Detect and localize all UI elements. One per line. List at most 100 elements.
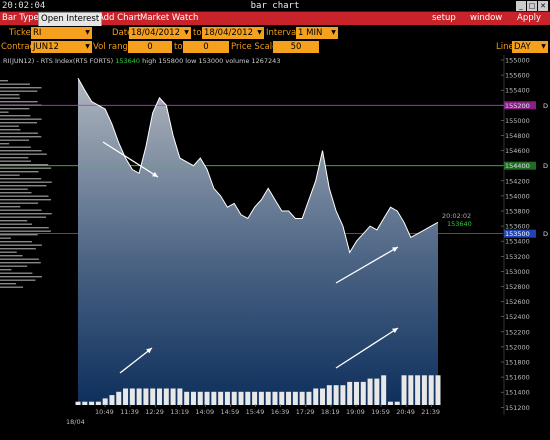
menu-open-interest[interactable]: Open Interest — [38, 12, 103, 27]
y-tick-label: 152800 — [505, 283, 530, 291]
volume-profile-bar — [0, 150, 42, 152]
volume-bar — [143, 388, 149, 405]
chevron-down-icon: ▼ — [85, 43, 90, 50]
volume-profile-bar — [0, 206, 21, 208]
volume-bar — [116, 391, 122, 405]
volume-bar — [238, 391, 244, 405]
chevron-down-icon: ▼ — [184, 29, 189, 36]
volume-bar — [292, 391, 298, 405]
volume-profile-bar — [0, 122, 38, 124]
volume-profile-bar — [0, 202, 39, 204]
volume-profile-bar — [0, 269, 12, 271]
x-tick-label: 19:09 — [346, 408, 365, 416]
x-tick-label: 14:09 — [195, 408, 214, 416]
price-scale-input[interactable]: 50 — [273, 41, 319, 53]
volume-profile-bar — [0, 174, 20, 176]
contract-select[interactable]: JUN12 ▼ — [31, 41, 92, 53]
volume-bar — [218, 391, 224, 405]
x-tick-label: 21:39 — [421, 408, 440, 416]
date-to-label: to — [193, 28, 202, 38]
controls-row-1: Ticker RI ▼ Date 18/04/2012 ▼ to 18/04/2… — [0, 26, 550, 40]
volume-bar — [374, 378, 380, 405]
y-tick-label: 153600 — [505, 223, 530, 231]
volume-profile-bar — [0, 276, 42, 278]
volume-bar — [211, 391, 217, 405]
date-label: 18/04 — [66, 418, 85, 426]
date-from-select[interactable]: 18/04/2012 ▼ — [129, 27, 191, 39]
chart-area[interactable]: 155200 D 154400 D 153500 D 20:02:02 153640 1550… — [0, 55, 550, 440]
volume-profile-bar — [0, 223, 33, 225]
volume-profile-bar — [0, 157, 29, 159]
date-to-value: 18/04/2012 — [204, 28, 253, 38]
volume-bar — [252, 391, 258, 405]
vol-to-input[interactable]: 0 — [183, 41, 229, 53]
y-tick-label: 152200 — [505, 328, 530, 336]
date-to-select[interactable]: 18/04/2012 ▼ — [202, 27, 264, 39]
volume-bar — [190, 391, 196, 405]
volume-profile-bar — [0, 195, 49, 197]
volume-profile-bar — [0, 143, 10, 145]
volume-bar — [333, 385, 339, 405]
date-from-value: 18/04/2012 — [131, 28, 180, 38]
line-select[interactable]: DAY ▼ — [512, 41, 548, 53]
volume-profile-bar — [0, 241, 33, 243]
volume-bar — [197, 391, 203, 405]
maximize-button[interactable]: □ — [527, 1, 537, 11]
apply-button[interactable]: Apply — [517, 12, 541, 25]
last-time-label: 20:02:02 — [442, 212, 471, 220]
volume-bar — [367, 378, 373, 405]
volume-bar — [299, 391, 305, 405]
y-tick-label: 154000 — [505, 192, 530, 200]
minimize-button[interactable]: _ — [516, 1, 526, 11]
volume-bar — [184, 391, 190, 405]
volume-bar — [381, 375, 387, 405]
vol-from-input[interactable]: 0 — [128, 41, 172, 53]
price-scale-label: Price Scale — [231, 42, 278, 52]
ticker-select[interactable]: RI ▼ — [31, 27, 92, 39]
menu-add-chart[interactable]: Add Chart — [98, 12, 141, 25]
y-tick-label: 155400 — [505, 87, 530, 95]
volume-profile-bar — [0, 118, 42, 120]
ticker-value: RI — [33, 28, 42, 38]
x-tick-label: 13:19 — [170, 408, 189, 416]
volume-bar — [306, 391, 312, 405]
volume-bar — [279, 391, 285, 405]
y-tick-label: 155000 — [505, 117, 530, 125]
volume-profile-bar — [0, 216, 47, 218]
volume-bar — [272, 391, 278, 405]
menu-bar-type[interactable]: Bar Type — [2, 12, 39, 25]
volume-bar — [177, 388, 183, 405]
price-chart-svg[interactable]: 155200 D154400 D153500 D20:02:02153640 1550… — [0, 55, 550, 440]
volume-profile-bar — [0, 181, 52, 183]
volume-bar — [245, 391, 251, 405]
volume-bar — [394, 401, 400, 405]
volume-profile-bar — [0, 178, 42, 180]
volume-bar — [95, 401, 101, 405]
interval-select[interactable]: 1 MIN ▼ — [296, 27, 338, 39]
x-tick-label: 20:49 — [396, 408, 415, 416]
volume-profile-bar — [0, 286, 24, 288]
volume-profile-bar — [0, 230, 51, 232]
volume-bar — [163, 388, 169, 405]
volume-profile-bar — [0, 272, 33, 274]
menu-market-watch[interactable]: Market Watch — [140, 12, 198, 25]
y-tick-label: 152000 — [505, 343, 530, 351]
volume-profile-bar — [0, 227, 49, 229]
volume-bar — [347, 381, 353, 405]
volume-profile-bar — [0, 108, 30, 110]
menu-window[interactable]: window — [470, 12, 502, 25]
close-button[interactable]: ✕ — [538, 1, 548, 11]
title-bar: 20:02:04 bar chart _ □ ✕ — [0, 0, 550, 12]
volume-bar — [415, 375, 421, 405]
volume-profile-bar — [0, 220, 28, 222]
volume-profile-bar — [0, 111, 9, 113]
menu-setup[interactable]: setup — [432, 12, 456, 25]
x-tick-label: 15:49 — [246, 408, 265, 416]
volume-bar — [265, 391, 271, 405]
y-tick-label: 152600 — [505, 298, 530, 306]
volume-profile-bar — [0, 136, 42, 138]
volume-bar — [286, 391, 292, 405]
volume-bar — [123, 388, 129, 405]
volume-profile-bar — [0, 97, 20, 99]
high-value: high 155800 — [142, 57, 184, 65]
